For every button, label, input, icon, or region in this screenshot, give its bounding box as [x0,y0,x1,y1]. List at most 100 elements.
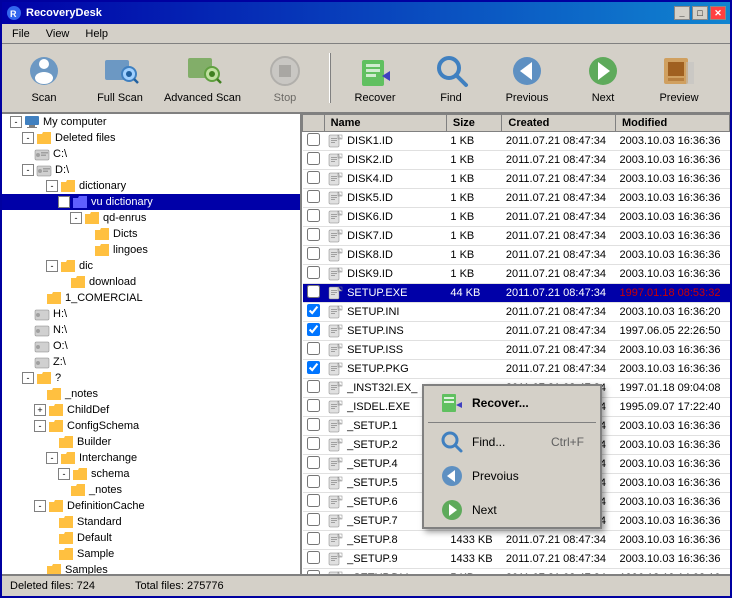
expand-drived[interactable]: - [22,164,34,176]
tree-node-notes2[interactable]: _notes [2,482,300,498]
tree-node-default1[interactable]: Default [2,530,300,546]
table-row[interactable]: DISK1.ID1 KB2011.07.21 08:47:342003.10.0… [303,132,730,151]
table-row[interactable]: _SETUP.91433 KB2011.07.21 08:47:342003.1… [303,550,730,569]
file-checkbox[interactable] [307,570,320,574]
table-row[interactable]: SETUP.INI2011.07.21 08:47:342003.10.03 1… [303,303,730,322]
table-row[interactable]: DISK8.ID1 KB2011.07.21 08:47:342003.10.0… [303,246,730,265]
file-checkbox[interactable] [307,361,320,374]
expand-dic[interactable]: - [46,260,58,272]
file-checkbox[interactable] [307,133,320,146]
tree-node-deleted[interactable]: - Deleted files [2,130,300,146]
tree-node-schema[interactable]: - schema [2,466,300,482]
file-checkbox[interactable] [307,152,320,165]
expand-dictionary[interactable]: - [46,180,58,192]
file-checkbox[interactable] [307,494,320,507]
tree-node-lingoes[interactable]: lingoes [2,242,300,258]
file-checkbox[interactable] [307,551,320,564]
tree-node-download[interactable]: download [2,274,300,290]
scan-button[interactable]: Scan [8,47,80,109]
tree-node-dictionary[interactable]: - dictionary [2,178,300,194]
file-checkbox[interactable] [307,247,320,260]
context-find[interactable]: Find... Ctrl+F [424,425,600,459]
table-row[interactable]: DISK7.ID1 KB2011.07.21 08:47:342003.10.0… [303,227,730,246]
tree-node-dic[interactable]: - dic [2,258,300,274]
menu-help[interactable]: Help [77,26,116,42]
table-row[interactable]: _SETUP.DLL5 KB2011.07.21 08:47:341996.12… [303,569,730,575]
tree-node-vu-dictionary[interactable]: + vu dictionary [2,194,300,210]
file-checkbox[interactable] [307,209,320,222]
file-checkbox[interactable] [307,380,320,393]
context-recover[interactable]: Recover... [424,386,600,420]
table-row[interactable]: _SETUP.81433 KB2011.07.21 08:47:342003.1… [303,531,730,550]
recover-button[interactable]: Recover [339,47,411,109]
advanced-scan-button[interactable]: Advanced Scan [160,47,245,109]
file-checkbox[interactable] [307,437,320,450]
table-row[interactable]: DISK6.ID1 KB2011.07.21 08:47:342003.10.0… [303,208,730,227]
tree-node-builder[interactable]: Builder [2,434,300,450]
file-checkbox[interactable] [307,190,320,203]
table-row[interactable]: SETUP.INS2011.07.21 08:47:341997.06.05 2… [303,322,730,341]
file-checkbox[interactable] [307,456,320,469]
maximize-button[interactable]: □ [692,6,708,20]
find-button[interactable]: Find [415,47,487,109]
expand-configschema[interactable]: - [34,420,46,432]
file-checkbox[interactable] [307,513,320,526]
tree-node-driven[interactable]: N:\ [2,322,300,338]
tree-content[interactable]: - My computer - Deleted files C:\ [2,114,300,574]
close-button[interactable]: ✕ [710,6,726,20]
expand-interchange[interactable]: - [46,452,58,464]
file-checkbox[interactable] [307,475,320,488]
table-row[interactable]: SETUP.PKG2011.07.21 08:47:342003.10.03 1… [303,360,730,379]
file-checkbox[interactable] [307,266,320,279]
tree-node-qd-enrus[interactable]: - qd-enrus [2,210,300,226]
tree-node-1comercial[interactable]: 1_COMERCIAL [2,290,300,306]
tree-node-question[interactable]: - ? [2,370,300,386]
file-checkbox[interactable] [307,228,320,241]
preview-button[interactable]: Preview [643,47,715,109]
menu-file[interactable]: File [4,26,38,42]
table-row[interactable]: DISK5.ID1 KB2011.07.21 08:47:342003.10.0… [303,189,730,208]
context-previous[interactable]: Prevoius [424,459,600,493]
tree-node-sample1[interactable]: Sample [2,546,300,562]
file-checkbox[interactable] [307,304,320,317]
tree-node-childdef[interactable]: + ChildDef [2,402,300,418]
expand-question[interactable]: - [22,372,34,384]
table-row[interactable]: DISK2.ID1 KB2011.07.21 08:47:342003.10.0… [303,151,730,170]
file-checkbox[interactable] [307,418,320,431]
tree-node-drivez[interactable]: Z:\ [2,354,300,370]
tree-node-interchange[interactable]: - Interchange [2,450,300,466]
file-checkbox[interactable] [307,399,320,412]
expand-qd-enrus[interactable]: - [70,212,82,224]
tree-node-driveo[interactable]: O:\ [2,338,300,354]
tree-node-notes1[interactable]: _notes [2,386,300,402]
tree-node-drived[interactable]: - D:\ [2,162,300,178]
tree-node-driveh[interactable]: H:\ [2,306,300,322]
file-checkbox[interactable] [307,342,320,355]
file-checkbox[interactable] [307,171,320,184]
tree-node-mycomp[interactable]: - My computer [2,114,300,130]
full-scan-button[interactable]: Full Scan [84,47,156,109]
table-row[interactable]: DISK4.ID1 KB2011.07.21 08:47:342003.10.0… [303,170,730,189]
next-button[interactable]: Next [567,47,639,109]
expand-deleted[interactable]: - [22,132,34,144]
expand-mycomp[interactable]: - [10,116,22,128]
tree-node-defcache[interactable]: - DefinitionCache [2,498,300,514]
tree-node-drivec[interactable]: C:\ [2,146,300,162]
expand-schema[interactable]: - [58,468,70,480]
table-row[interactable]: DISK9.ID1 KB2011.07.21 08:47:342003.10.0… [303,265,730,284]
file-checkbox[interactable] [307,532,320,545]
tree-node-samples[interactable]: Samples [2,562,300,574]
expand-defcache[interactable]: - [34,500,46,512]
file-panel[interactable]: Name Size Created Modified DISK1.ID1 KB2… [302,114,730,574]
stop-button[interactable]: Stop [249,47,321,109]
expand-vu-dict[interactable]: + [58,196,70,208]
tree-node-standard1[interactable]: Standard [2,514,300,530]
minimize-button[interactable]: _ [674,6,690,20]
file-checkbox[interactable] [307,323,320,336]
context-next[interactable]: Next [424,493,600,527]
tree-node-dicts[interactable]: Dicts [2,226,300,242]
expand-childdef[interactable]: + [34,404,46,416]
table-row[interactable]: SETUP.EXE44 KB2011.07.21 08:47:341997.01… [303,284,730,303]
file-checkbox[interactable] [307,285,320,298]
tree-node-configschema[interactable]: - ConfigSchema [2,418,300,434]
